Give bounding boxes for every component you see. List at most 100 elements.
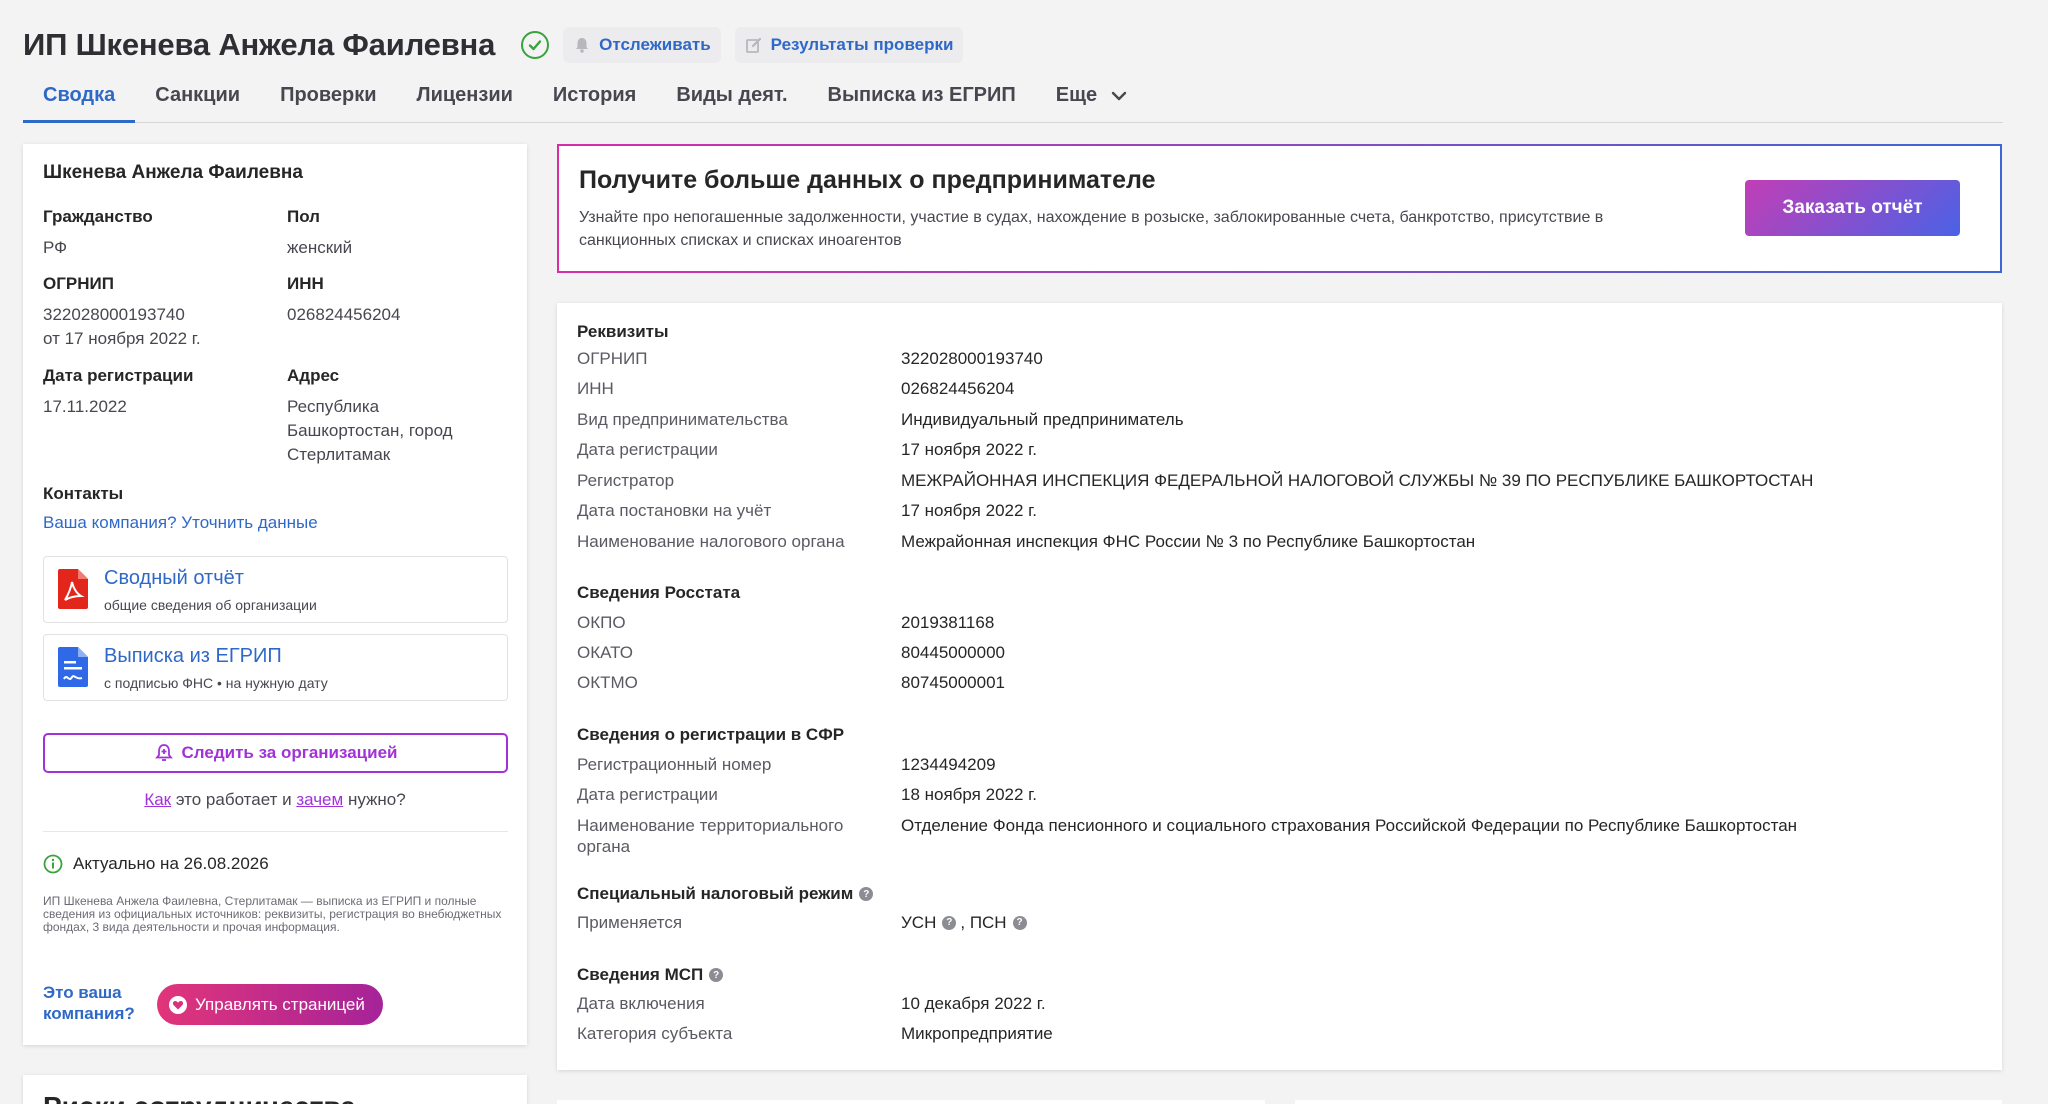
row-key: ОКТМО [577,673,638,692]
row-value: 80445000000 [901,643,1006,662]
tab-egrip-extract[interactable]: Выписка из ЕГРИП [808,78,1036,123]
row-value: Отделение Фонда пенсионного и социальног… [901,816,1798,835]
why-link[interactable]: зачем [296,790,343,809]
track-button-label: Отслеживать [599,35,711,54]
chevron-down-icon [1111,84,1127,107]
page-title: ИП Шкенева Анжела Фаилевна [23,27,496,62]
reg-date-label: Дата регистрации [43,366,194,385]
regime-usn: УСН [901,913,937,932]
track-button[interactable]: Отслеживать [563,27,721,63]
manage-page-button[interactable]: Управлять страницей [157,984,383,1025]
row-value: МЕЖРАЙОННАЯ ИНСПЕКЦИЯ ФЕДЕРАЛЬНОЙ НАЛОГО… [901,471,1814,490]
ogrnip-value: 322028000193740 [43,305,185,324]
how-mid-text: это работает и [175,790,292,809]
help-icon[interactable]: ? [1012,915,1027,930]
manage-page-label: Управлять страницей [195,994,365,1014]
egrip-extract-title: Выписка из ЕГРИП [104,645,282,667]
row-value: Микропредприятие [901,1024,1053,1043]
address-line-1: Республика [287,397,380,416]
help-icon[interactable]: ? [942,915,957,930]
details-card: Реквизиты ОГРНИП 322028000193740 ИНН 026… [557,303,2002,1070]
summary-report-subtitle: общие сведения об организации [104,597,317,613]
sfr-title: Сведения о регистрации в СФР [577,725,845,744]
tax-regimes: УСН ? , ПСН ? [901,912,1031,933]
next-card-right [1295,1100,2002,1104]
sex-value: женский [287,238,353,257]
row-key: Дата регистрации [577,785,718,804]
tab-licenses[interactable]: Лицензии [397,78,533,123]
promo-description: Узнайте про непогашенные задолженности, … [579,209,1604,249]
tab-more-label: Еще [1055,84,1098,106]
tab-sanctions[interactable]: Санкции [135,78,260,123]
msp-section: Сведения МСП ? [577,965,724,985]
entrepreneur-name: Шкенева Анжела Фаилевна [43,162,303,183]
page-description: ИП Шкенева Анжела Фаилевна, Стерлитамак … [43,894,502,934]
regime-separator: , [960,913,970,932]
clarify-data-link[interactable]: Ваша компания? Уточнить данные [43,513,318,533]
address-label: Адрес [287,366,340,385]
tax-regime-section: Специальный налоговый режим ? [577,884,874,904]
inn-value: 026824456204 [287,305,401,324]
help-icon[interactable]: ? [859,887,874,901]
reg-date-value: 17.11.2022 [43,397,127,416]
check-results-label: Результаты проверки [770,35,954,54]
tab-activities[interactable]: Виды деят. [656,78,807,123]
heart-shield-icon [169,995,187,1014]
verified-check-icon [521,31,550,59]
tab-bar: Сводка Санкции Проверки Лицензии История… [23,78,2003,123]
how-it-works-text: Как это работает и зачем нужно? [23,790,527,810]
actuality-status: Актуально на 26.08.2026 [43,854,269,874]
edit-icon [745,37,761,53]
row-key: Наименование территориального органа [577,816,844,856]
bell-plus-icon [154,744,173,761]
row-key: ОКПО [577,613,626,632]
tab-inspections[interactable]: Проверки [260,78,396,123]
check-results-button[interactable]: Результаты проверки [734,27,964,63]
how-end-text: нужно? [347,790,406,809]
how-link[interactable]: Как [144,790,171,809]
actuality-date: Актуально на 26.08.2026 [73,854,269,873]
promo-banner: Получите больше данных о предпринимателе… [557,144,2002,273]
egrip-extract-link[interactable]: Выписка из ЕГРИП с подписью ФНС • на нуж… [43,634,508,701]
row-key: ИНН [577,379,614,398]
row-value: 2019381168 [901,613,995,632]
risks-card-title: Риски сотрудничества [43,1091,356,1104]
follow-organization-label: Следить за организацией [181,743,398,762]
tax-regime-title: Специальный налоговый режим [577,884,854,903]
your-company-link[interactable]: Это ваша компания? [43,982,153,1024]
summary-report-link[interactable]: Сводный отчёт общие сведения об организа… [43,556,508,623]
address-line-3: Стерлитамак [287,445,391,464]
pdf-icon [58,569,88,614]
order-report-button[interactable]: Заказать отчёт [1745,180,1960,236]
citizenship-value: РФ [43,238,68,257]
tab-more[interactable]: Еще [1036,78,1147,123]
signed-document-icon [58,647,88,692]
row-value: Межрайонная инспекция ФНС России № 3 по … [901,532,1476,551]
row-key: Категория субъекта [577,1024,733,1043]
row-key: Дата постановки на учёт [577,501,772,520]
row-key: ОКАТО [577,643,633,662]
help-icon[interactable]: ? [709,968,724,982]
tab-summary[interactable]: Сводка [23,78,136,123]
rosstat-title: Сведения Росстата [577,583,741,602]
sex-label: Пол [287,207,320,226]
row-value: 80745000001 [901,673,1006,692]
page-header: ИП Шкенева Анжела Фаилевна Отслеживать Р… [23,22,964,68]
row-key: Наименование налогового органа [577,532,845,551]
ogrnip-label: ОГРНИП [43,274,114,293]
risks-card: Риски сотрудничества [23,1075,527,1104]
next-card-left [557,1100,1265,1104]
row-key: Дата включения [577,994,705,1013]
row-key: Вид предпринимательства [577,410,788,429]
summary-card: Шкенева Анжела Фаилевна Гражданство РФ П… [23,144,527,1045]
divider [43,831,508,832]
contacts-label: Контакты [43,484,124,503]
row-value: 322028000193740 [901,349,1043,368]
row-value: 17 ноября 2022 г. [901,501,1037,520]
row-value: 026824456204 [901,379,1015,398]
follow-organization-button[interactable]: Следить за организацией [43,733,508,773]
tab-history[interactable]: История [533,78,656,123]
bell-icon [576,38,589,53]
row-key: Дата регистрации [577,440,718,459]
address-line-2: Башкортостан, город [287,421,453,440]
